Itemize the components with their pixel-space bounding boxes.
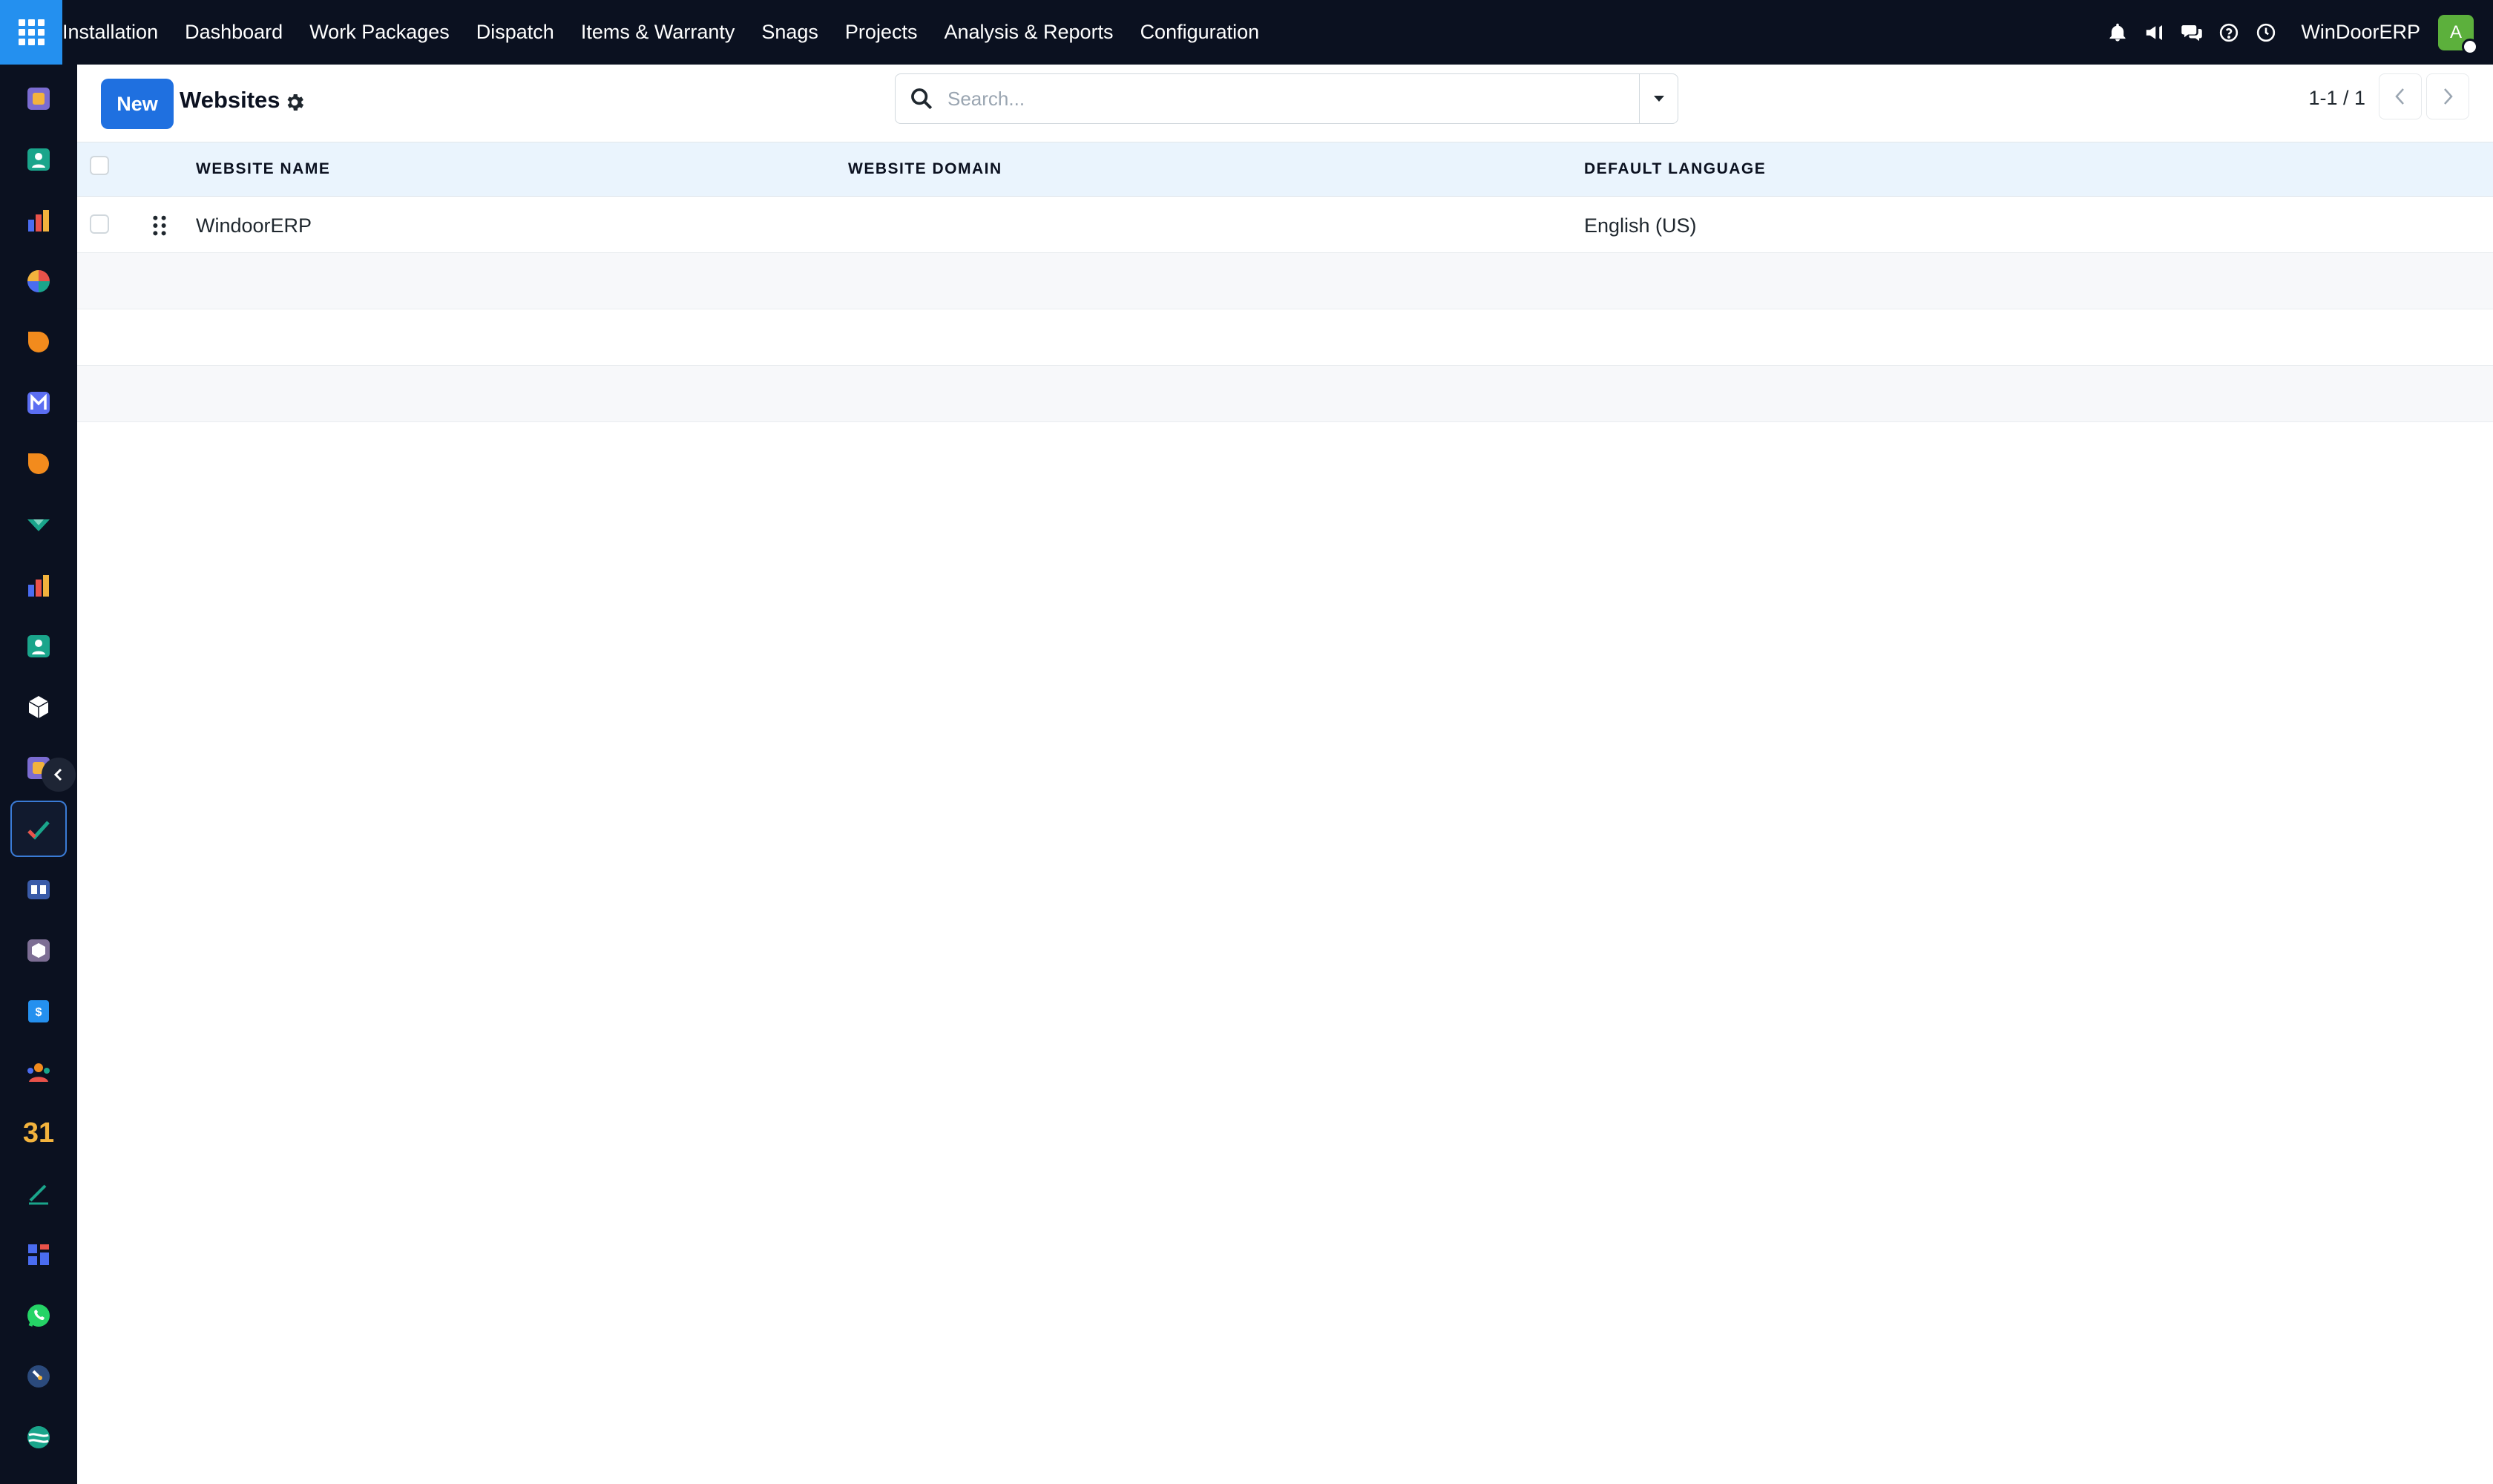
menu-item-dispatch[interactable]: Dispatch xyxy=(476,21,554,44)
app-icon-16[interactable]: $ xyxy=(10,983,67,1040)
app-icon-23[interactable] xyxy=(10,1409,67,1465)
status-dot xyxy=(2462,38,2478,55)
menu-item-work-packages[interactable]: Work Packages xyxy=(309,21,450,44)
cell-default-language: English (US) xyxy=(1584,214,1697,237)
app-icon-17[interactable] xyxy=(10,1044,67,1100)
menu-item-projects[interactable]: Projects xyxy=(845,21,918,44)
chevron-left-icon xyxy=(2395,88,2404,105)
pagination-count: 1-1 / 1 xyxy=(2308,87,2365,109)
calendar-icon[interactable]: 31 xyxy=(10,1105,67,1161)
chevron-right-icon xyxy=(2444,88,2453,105)
prev-page-button[interactable] xyxy=(2379,73,2422,119)
calendar-label: 31 xyxy=(22,1117,55,1149)
brand-name[interactable]: WinDoorERP xyxy=(2301,21,2420,44)
clock-icon[interactable] xyxy=(2253,20,2279,45)
menu-item-analysis-reports[interactable]: Analysis & Reports xyxy=(944,21,1113,44)
column-header-website-domain[interactable]: WEBSITE DOMAIN xyxy=(848,160,1002,178)
caret-down-icon xyxy=(1653,96,1664,102)
menu-item-installation[interactable]: Installation xyxy=(62,21,158,44)
app-icon-14[interactable] xyxy=(10,861,67,918)
chat-icon[interactable] xyxy=(2179,20,2204,45)
next-page-button[interactable] xyxy=(2426,73,2469,119)
app-icon-3[interactable] xyxy=(10,192,67,249)
table-header: WEBSITE NAME WEBSITE DOMAIN DEFAULT LANG… xyxy=(77,142,2493,197)
search-input[interactable] xyxy=(947,76,1639,121)
search-icon xyxy=(911,88,933,110)
grid-icon xyxy=(18,19,45,45)
app-icon-22[interactable] xyxy=(10,1348,67,1405)
gear-icon[interactable] xyxy=(283,91,306,114)
menu-item-dashboard[interactable]: Dashboard xyxy=(185,21,283,44)
app-icon-8[interactable] xyxy=(10,496,67,553)
help-icon[interactable] xyxy=(2216,20,2241,45)
search-box xyxy=(895,73,1678,124)
menu-item-configuration[interactable]: Configuration xyxy=(1140,21,1260,44)
empty-row xyxy=(77,309,2493,366)
svg-text:$: $ xyxy=(36,1006,42,1019)
drag-handle-icon[interactable] xyxy=(151,214,168,237)
app-icon-20[interactable] xyxy=(10,1227,67,1283)
app-icon-11[interactable] xyxy=(10,679,67,735)
select-all-checkbox[interactable] xyxy=(90,156,109,175)
chevron-left-icon xyxy=(53,768,62,781)
menu-item-items-warranty[interactable]: Items & Warranty xyxy=(581,21,735,44)
empty-row xyxy=(77,366,2493,422)
app-icon-19[interactable] xyxy=(10,1166,67,1222)
new-button[interactable]: New xyxy=(101,79,174,129)
app-icon-15[interactable] xyxy=(10,922,67,979)
app-icon-5[interactable] xyxy=(10,314,67,370)
avatar[interactable]: A xyxy=(2438,14,2478,55)
megaphone-icon[interactable] xyxy=(2142,20,2167,45)
row-checkbox[interactable] xyxy=(90,214,109,234)
empty-row xyxy=(77,253,2493,309)
page-title: Websites xyxy=(180,87,280,113)
app-icon-2[interactable] xyxy=(10,131,67,188)
collapse-sidebar-button[interactable] xyxy=(42,758,76,792)
app-icon-4[interactable] xyxy=(10,253,67,309)
search-dropdown-button[interactable] xyxy=(1639,74,1678,123)
whatsapp-icon[interactable] xyxy=(10,1287,67,1344)
main-menu: Installation Dashboard Work Packages Dis… xyxy=(62,0,1286,65)
bell-icon[interactable] xyxy=(2105,20,2130,45)
avatar-initial: A xyxy=(2449,22,2462,42)
top-navbar: Installation Dashboard Work Packages Dis… xyxy=(0,0,2493,65)
app-icon-9[interactable] xyxy=(10,557,67,614)
app-icon-7[interactable] xyxy=(10,436,67,492)
app-sidebar: $ 31 xyxy=(0,65,77,1484)
app-icon-1[interactable] xyxy=(10,70,67,127)
page-header: New Websites 1-1 / 1 xyxy=(77,65,2493,142)
menu-item-snags[interactable]: Snags xyxy=(761,21,818,44)
navbar-actions: WinDoorERP A xyxy=(2093,0,2478,65)
app-icon-6[interactable] xyxy=(10,375,67,431)
app-icon-10[interactable] xyxy=(10,618,67,674)
websites-table: WEBSITE NAME WEBSITE DOMAIN DEFAULT LANG… xyxy=(77,142,2493,422)
column-header-website-name[interactable]: WEBSITE NAME xyxy=(196,160,330,178)
cell-website-name[interactable]: WindoorERP xyxy=(196,214,312,237)
column-header-default-language[interactable]: DEFAULT LANGUAGE xyxy=(1584,160,1766,178)
table-row[interactable]: WindoorERP English (US) xyxy=(77,197,2493,253)
app-icon-13[interactable] xyxy=(10,801,67,857)
apps-menu-button[interactable] xyxy=(0,0,62,65)
